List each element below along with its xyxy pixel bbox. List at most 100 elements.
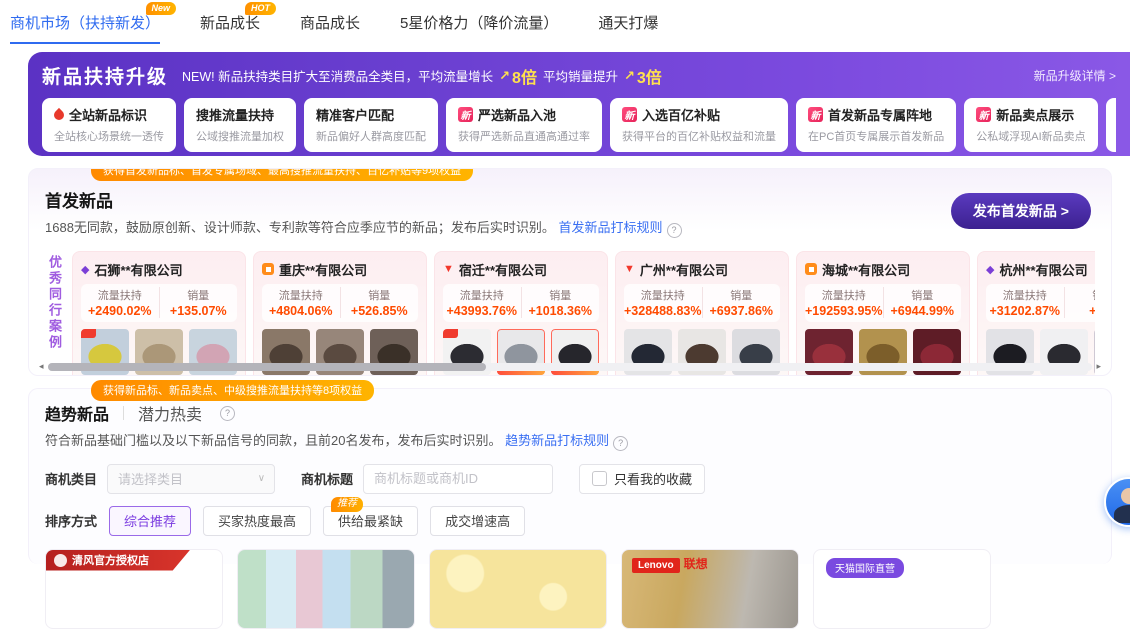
publish-first-launch-button[interactable]: 发布首发新品 > [951, 193, 1091, 229]
tab-label: 新品成长 [200, 15, 260, 32]
traffic-label: 流量扶持 [805, 287, 883, 303]
sort-option-button[interactable]: 成交增速高 [430, 506, 525, 536]
category-select[interactable]: 请选择类目 ∨ [107, 464, 275, 494]
company-stats: 流量扶持+43993.76%销量+1018.36% [443, 284, 599, 322]
trend-section: 获得新品标、新品卖点、中级搜推流量扶持等8项权益 趋势新品 潜力热卖 ? 符合新… [28, 388, 1112, 564]
sales-stat: 销量+135.07% [159, 287, 238, 318]
trend-rules-link[interactable]: 趋势新品打标规则 [505, 433, 609, 448]
benefit-card-title-row: 新入选百亿补贴 [622, 105, 776, 124]
traffic-value: +43993.76% [443, 304, 521, 318]
product-card[interactable]: 清风官方授权店 [45, 549, 223, 629]
traffic-label: 流量扶持 [443, 287, 521, 303]
sort-option-button[interactable]: 买家热度最高 [203, 506, 311, 536]
new-badge-icon: 新 [808, 107, 823, 122]
gem-purple-icon: ◆ [986, 263, 994, 276]
company-stats: 流量扶持+192593.95%销量+6944.99% [805, 284, 961, 322]
company-name-row: ▼广州**有限公司 [624, 260, 780, 279]
tab-hot-badge-icon: HOT [245, 2, 276, 15]
benefit-card-desc: 公域搜推流量加权 [196, 128, 284, 144]
scrollbar-thumb[interactable] [48, 363, 487, 371]
badge-orange-icon [805, 263, 817, 275]
sort-option-wrap: 综合推荐 [109, 506, 191, 536]
scroll-left-icon[interactable]: ◂ [39, 361, 44, 372]
company-card[interactable]: 重庆**有限公司流量扶持+4804.06%销量+526.85% [253, 251, 427, 377]
favorites-checkbox[interactable] [592, 471, 607, 486]
scroll-right-icon[interactable]: ▸ [1096, 361, 1101, 372]
traffic-value: +31202.87% [986, 304, 1064, 318]
traffic-value: +192593.95% [805, 304, 883, 318]
product-card[interactable]: Lenovo联想 [621, 549, 799, 629]
banner-details-link[interactable]: 新品升级详情 > [1034, 67, 1116, 84]
opportunity-title-input[interactable] [363, 464, 553, 494]
favorites-filter[interactable]: 只看我的收藏 [579, 464, 705, 494]
trend-filters: 商机类目 请选择类目 ∨ 商机标题 只看我的收藏 [45, 464, 1095, 494]
hot-tag-icon [443, 329, 458, 338]
traffic-stat: 流量扶持+192593.95% [805, 287, 883, 318]
product-card[interactable] [237, 549, 415, 629]
cup-red-icon: ▼ [624, 263, 635, 275]
tab-item[interactable]: 新品成长HOT [200, 12, 260, 42]
company-card[interactable]: ▼广州**有限公司流量扶持+328488.83%销量+6937.86% [615, 251, 789, 377]
traffic-label: 流量扶持 [624, 287, 702, 303]
benefit-card-title-row: 新新品卖点展示 [976, 105, 1085, 124]
scrollbar-track[interactable] [48, 363, 1093, 371]
trend-ribbon: 获得新品标、新品卖点、中级搜推流量扶持等8项权益 [91, 380, 374, 401]
company-card[interactable]: 海城**有限公司流量扶持+192593.95%销量+6944.99% [796, 251, 970, 377]
peer-cases: 优秀同行案例 ◆石狮**有限公司流量扶持+2490.02%销量+135.07%重… [45, 251, 1095, 377]
company-scrollbar[interactable]: ◂ ▸ [39, 361, 1101, 372]
benefit-card-title: 全站新品标识 [69, 105, 147, 124]
favorites-label: 只看我的收藏 [614, 469, 692, 488]
benefit-card-title: 首发新品专属阵地 [828, 105, 932, 124]
traffic-label: 流量扶持 [986, 287, 1064, 303]
product-card[interactable] [429, 549, 607, 629]
sort-option-button[interactable]: 综合推荐 [109, 506, 191, 536]
tab-potential-hot[interactable]: 潜力热卖 [138, 401, 202, 425]
trend-tabs: 趋势新品 潜力热卖 ? [45, 401, 1095, 425]
sales-label: 销量 [884, 287, 961, 303]
help-icon[interactable]: ? [613, 436, 628, 451]
category-placeholder: 请选择类目 [118, 469, 183, 488]
traffic-value: +328488.83% [624, 304, 702, 318]
company-name: 杭州**有限公司 [999, 260, 1087, 279]
tab-item[interactable]: 通天打爆 [598, 12, 658, 42]
peer-cases-label: 优秀同行案例 [45, 251, 64, 377]
company-name-row: 海城**有限公司 [805, 260, 961, 279]
benefit-card-desc: 在PC首页专属展示首发新品 [808, 128, 944, 144]
top-tabs: 商机市场（扶持新发）New 新品成长HOT 商品成长 5星价格力（降价流量） 通天打爆 [0, 0, 1130, 44]
help-icon[interactable]: ? [667, 223, 682, 238]
new-badge-icon: 新 [458, 107, 473, 122]
traffic-stat: 流量扶持+4804.06% [262, 287, 340, 318]
tmall-global-badge: 天猫国际直营 [826, 558, 904, 578]
company-card[interactable]: ▼宿迁**有限公司流量扶持+43993.76%销量+1018.36% [434, 251, 608, 377]
sales-multiplier: 3倍 [637, 64, 662, 88]
company-card[interactable]: ◆石狮**有限公司流量扶持+2490.02%销量+135.07% [72, 251, 246, 377]
banner-benefit-card: 新新品活动权益新品会场&场景房 [1106, 98, 1116, 152]
tab-item[interactable]: 商品成长 [300, 12, 360, 42]
tab-item[interactable]: 5星价格力（降价流量） [400, 12, 558, 42]
sales-stat: 销量+662 [1064, 287, 1096, 318]
company-name: 宿迁**有限公司 [459, 260, 547, 279]
sales-value: +662 [1065, 304, 1096, 318]
gem-purple-icon: ◆ [81, 263, 89, 276]
company-card[interactable]: ◆ 杭州**有限公司流量扶持+31202.87%销量+662 [977, 251, 1095, 377]
avatar [1114, 505, 1130, 523]
company-stats: 流量扶持+2490.02%销量+135.07% [81, 284, 237, 322]
category-filter-group: 商机类目 请选择类目 ∨ [45, 464, 275, 494]
new-badge-icon: 新 [976, 107, 991, 122]
banner-benefit-card: 新首发新品专属阵地在PC首页专属展示首发新品 [796, 98, 956, 152]
product-card[interactable]: 天猫国际直营 [813, 549, 991, 629]
trend-desc-text: 符合新品基础门槛以及以下新品信号的同款，且前20名发布，发布后实时识别。 [45, 433, 501, 448]
help-icon[interactable]: ? [220, 406, 235, 421]
tab-trend-new[interactable]: 趋势新品 [45, 401, 109, 425]
sales-stat: 销量+526.85% [340, 287, 419, 318]
company-name: 海城**有限公司 [822, 260, 910, 279]
first-launch-rules-link[interactable]: 首发新品打标规则 [559, 220, 663, 235]
traffic-label: 流量扶持 [262, 287, 340, 303]
benefit-card-title-row: 搜推流量扶持 [196, 105, 284, 124]
sales-label: 销量 [341, 287, 419, 303]
sales-value: +1018.36% [522, 304, 600, 318]
trend-desc: 符合新品基础门槛以及以下新品信号的同款，且前20名发布，发布后实时识别。 趋势新… [45, 430, 1095, 451]
sort-row: 排序方式 综合推荐买家热度最高供给最紧缺推荐成交增速高 [45, 506, 1095, 536]
tab-item[interactable]: 商机市场（扶持新发）New [10, 12, 160, 44]
traffic-multiplier: 8倍 [512, 64, 537, 88]
